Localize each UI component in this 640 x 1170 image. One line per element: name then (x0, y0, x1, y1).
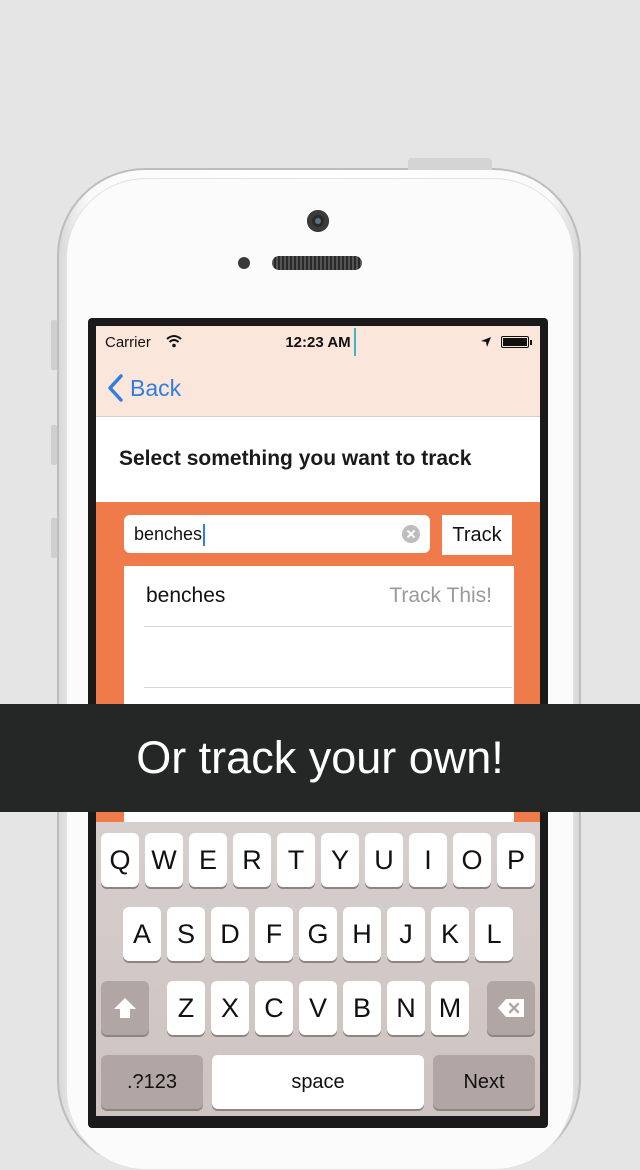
list-item[interactable] (144, 627, 512, 688)
key-g[interactable]: G (299, 907, 337, 961)
key-z[interactable]: Z (167, 981, 205, 1035)
key-n[interactable]: N (387, 981, 425, 1035)
mute-switch (51, 320, 57, 370)
key-r[interactable]: R (233, 833, 271, 887)
key-u[interactable]: U (365, 833, 403, 887)
key-e[interactable]: E (189, 833, 227, 887)
back-label: Back (130, 374, 182, 401)
key-t[interactable]: T (277, 833, 315, 887)
promo-banner: Or track your own! (0, 704, 640, 812)
key-y[interactable]: Y (321, 833, 359, 887)
shift-arrow-icon (114, 998, 136, 1018)
status-bar: Carrier 12:23 AM (96, 326, 540, 360)
key-q[interactable]: Q (101, 833, 139, 887)
key-k[interactable]: K (431, 907, 469, 961)
key-j[interactable]: J (387, 907, 425, 961)
navigation-bar: Back (96, 360, 540, 417)
key-s[interactable]: S (167, 907, 205, 961)
chevron-left-icon (108, 374, 123, 402)
backspace-icon (498, 999, 524, 1017)
key-m[interactable]: M (431, 981, 469, 1035)
key-p[interactable]: P (497, 833, 535, 887)
input-caret (203, 524, 206, 547)
text-cursor-marker (354, 328, 356, 356)
key-l[interactable]: L (475, 907, 513, 961)
status-time: 12:23 AM (285, 334, 351, 351)
key-h[interactable]: H (343, 907, 381, 961)
earpiece-speaker (272, 256, 362, 270)
track-button[interactable]: Track (442, 515, 512, 555)
next-key[interactable]: Next (433, 1055, 535, 1109)
clear-icon[interactable] (402, 525, 420, 543)
search-input[interactable]: benches (124, 515, 430, 553)
title-section: Select something you want to track (96, 417, 540, 502)
volume-down-button (51, 518, 57, 558)
shift-key[interactable] (101, 981, 149, 1035)
delete-key[interactable] (487, 981, 535, 1035)
key-o[interactable]: O (453, 833, 491, 887)
key-i[interactable]: I (409, 833, 447, 887)
key-x[interactable]: X (211, 981, 249, 1035)
back-button[interactable]: Back (106, 372, 181, 404)
space-key[interactable]: space (212, 1055, 424, 1109)
key-a[interactable]: A (123, 907, 161, 961)
key-f[interactable]: F (255, 907, 293, 961)
numbers-key[interactable]: .?123 (101, 1055, 203, 1109)
front-camera (307, 210, 329, 232)
power-button (408, 158, 492, 170)
volume-up-button (51, 425, 57, 465)
key-v[interactable]: V (299, 981, 337, 1035)
search-value: benches (134, 524, 206, 547)
key-b[interactable]: B (343, 981, 381, 1035)
key-w[interactable]: W (145, 833, 183, 887)
page-title: Select something you want to track (119, 447, 472, 470)
result-name: benches (146, 584, 226, 607)
battery-icon (501, 336, 532, 348)
track-this-link[interactable]: Track This! (389, 584, 492, 608)
key-d[interactable]: D (211, 907, 249, 961)
proximity-sensor (238, 257, 250, 269)
key-c[interactable]: C (255, 981, 293, 1035)
location-arrow-icon (481, 337, 491, 347)
list-item[interactable]: benches Track This! (144, 566, 512, 627)
keyboard: Q W E R T Y U I O P A S D F G H J K L Z … (96, 822, 540, 1116)
